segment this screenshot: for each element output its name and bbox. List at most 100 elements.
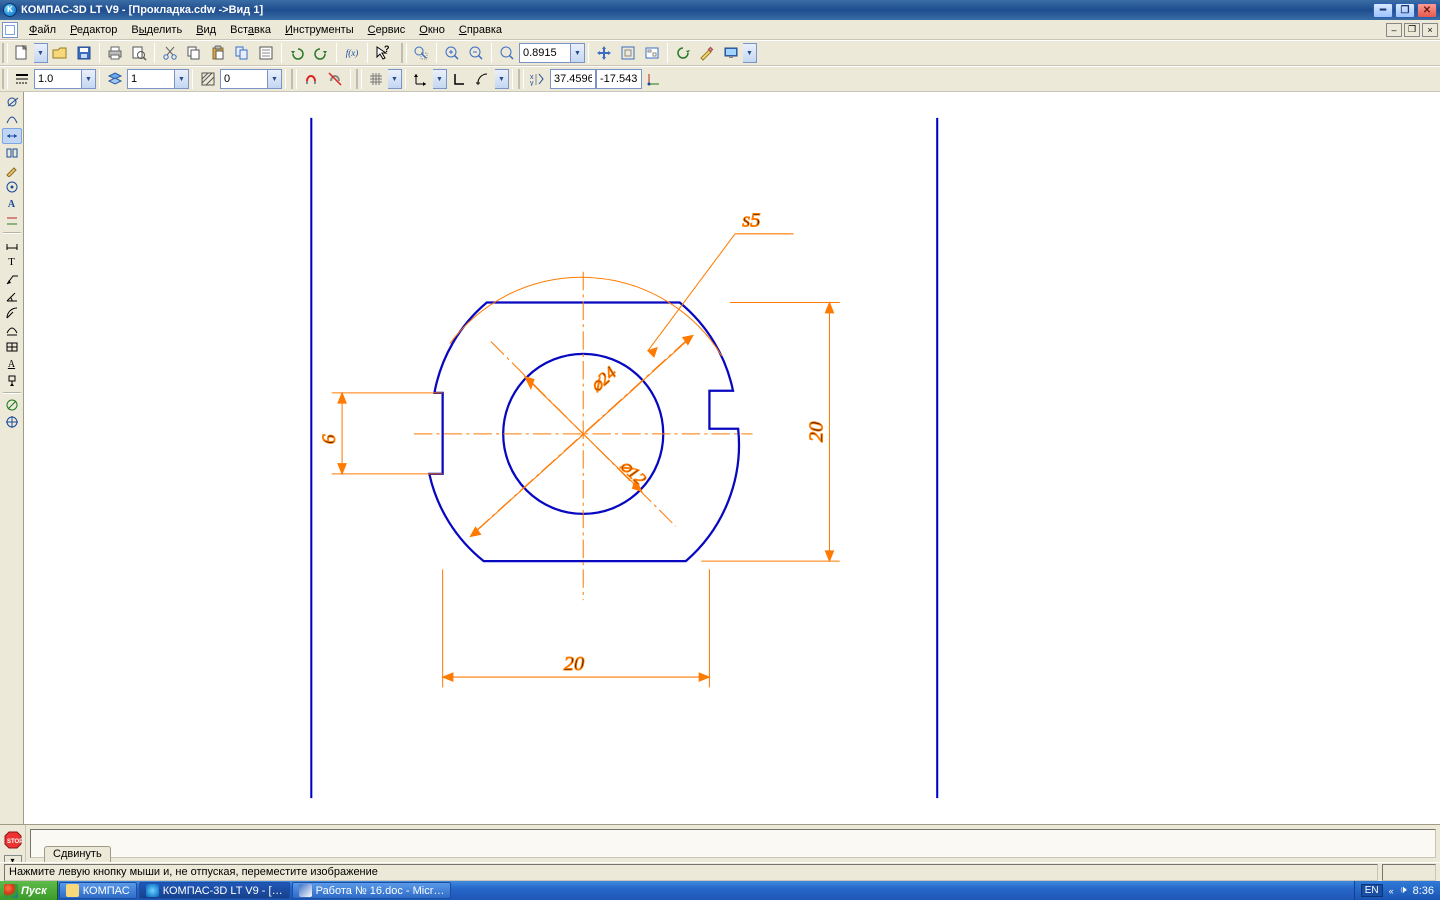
layer-button[interactable] bbox=[104, 68, 126, 90]
x-coord-input[interactable] bbox=[550, 69, 596, 89]
menu-insert[interactable]: Вставка bbox=[223, 22, 278, 38]
angle-dim-icon[interactable] bbox=[2, 288, 22, 304]
toolbar-grip[interactable] bbox=[2, 69, 8, 89]
redo-button[interactable] bbox=[310, 42, 332, 64]
stop-button[interactable]: STOP bbox=[2, 831, 24, 849]
style-input[interactable] bbox=[220, 69, 268, 89]
zoom-in-button[interactable] bbox=[441, 42, 463, 64]
pan-button[interactable] bbox=[593, 42, 615, 64]
grid-dropdown[interactable]: ▼ bbox=[388, 69, 402, 89]
undo-button[interactable] bbox=[286, 42, 308, 64]
save-button[interactable] bbox=[73, 42, 95, 64]
line-style-button[interactable] bbox=[11, 68, 33, 90]
toolbar-grip[interactable] bbox=[2, 43, 8, 63]
taskbar-app-button[interactable]: КОМПАС-3D LT V9 - [… bbox=[139, 882, 290, 899]
start-button[interactable]: Пуск bbox=[0, 881, 58, 900]
line-weight-dropdown[interactable]: ▼ bbox=[82, 69, 96, 89]
section-icon[interactable] bbox=[2, 322, 22, 338]
mdi-restore-button[interactable]: ❐ bbox=[1404, 23, 1420, 37]
layer-input[interactable] bbox=[127, 69, 175, 89]
toolbar-grip[interactable] bbox=[401, 43, 407, 63]
curves-icon[interactable] bbox=[2, 111, 22, 127]
display-dropdown[interactable]: ▼ bbox=[743, 43, 757, 63]
lcs-button[interactable] bbox=[410, 68, 432, 90]
zoom-fit-button[interactable] bbox=[617, 42, 639, 64]
grid-button[interactable] bbox=[365, 68, 387, 90]
lang-indicator[interactable]: EN bbox=[1361, 884, 1383, 897]
coord-mode-button[interactable]: xy bbox=[527, 68, 549, 90]
zoom-actual-button[interactable] bbox=[496, 42, 518, 64]
select-icon[interactable] bbox=[2, 213, 22, 229]
redraw-button[interactable] bbox=[696, 42, 718, 64]
tray-volume-icon[interactable]: 🕩 bbox=[1400, 884, 1407, 897]
properties-button[interactable] bbox=[255, 42, 277, 64]
zoom-out-button[interactable] bbox=[465, 42, 487, 64]
toolbar-grip[interactable] bbox=[356, 69, 362, 89]
lcs-dropdown[interactable]: ▼ bbox=[433, 69, 447, 89]
taskbar-doc-button[interactable]: Работа № 16.doc - Micr… bbox=[292, 882, 452, 899]
menu-tools[interactable]: Инструменты bbox=[278, 22, 361, 38]
print-button[interactable] bbox=[104, 42, 126, 64]
close-button[interactable]: ✕ bbox=[1417, 3, 1437, 18]
drawing-canvas[interactable]: s5 20 20 6 bbox=[24, 92, 1440, 824]
symbols-icon[interactable] bbox=[2, 145, 22, 161]
menu-window[interactable]: Окно bbox=[412, 22, 452, 38]
radius-dim-icon[interactable] bbox=[2, 305, 22, 321]
params-icon[interactable] bbox=[2, 179, 22, 195]
menu-service[interactable]: Сервис bbox=[361, 22, 413, 38]
display-button[interactable] bbox=[720, 42, 742, 64]
snap-on-button[interactable] bbox=[300, 68, 322, 90]
menu-file[interactable]: Файл bbox=[22, 22, 63, 38]
taskbar-folder-button[interactable]: КОМПАС bbox=[59, 882, 137, 899]
toolbar-grip[interactable] bbox=[291, 69, 297, 89]
y-coord-input[interactable] bbox=[596, 69, 642, 89]
measure-icon[interactable]: A bbox=[2, 196, 22, 212]
hatch-style-button[interactable] bbox=[197, 68, 219, 90]
geometry-icon[interactable] bbox=[2, 94, 22, 110]
linear-dim-icon[interactable] bbox=[2, 237, 22, 253]
menu-select[interactable]: Выделить bbox=[124, 22, 189, 38]
ortho-button[interactable] bbox=[448, 68, 470, 90]
tray-clock[interactable]: 8:36 bbox=[1413, 885, 1434, 897]
line-weight-input[interactable] bbox=[34, 69, 82, 89]
menu-edit[interactable]: Редактор bbox=[63, 22, 124, 38]
duplicate-button[interactable] bbox=[231, 42, 253, 64]
layer-dropdown[interactable]: ▼ bbox=[175, 69, 189, 89]
preview-button[interactable] bbox=[128, 42, 150, 64]
datum-icon[interactable] bbox=[2, 373, 22, 389]
snap-off-button[interactable] bbox=[324, 68, 346, 90]
zoom-all-button[interactable] bbox=[641, 42, 663, 64]
mdi-minimize-button[interactable]: – bbox=[1386, 23, 1402, 37]
vars-button[interactable]: f(x) bbox=[341, 42, 363, 64]
zoom-window-button[interactable] bbox=[410, 42, 432, 64]
menu-help[interactable]: Справка bbox=[452, 22, 509, 38]
style-dropdown[interactable]: ▼ bbox=[268, 69, 282, 89]
refresh-button[interactable] bbox=[672, 42, 694, 64]
paste-button[interactable] bbox=[207, 42, 229, 64]
edit-icon[interactable] bbox=[2, 162, 22, 178]
new-dropdown[interactable]: ▼ bbox=[34, 43, 48, 63]
leader-icon[interactable] bbox=[2, 271, 22, 287]
target-icon[interactable] bbox=[2, 414, 22, 430]
zoom-input[interactable] bbox=[519, 43, 571, 63]
table-icon[interactable] bbox=[2, 339, 22, 355]
maximize-button[interactable]: ❐ bbox=[1395, 3, 1415, 18]
help-cursor-button[interactable]: ? bbox=[372, 42, 394, 64]
label-A-icon[interactable]: A bbox=[2, 356, 22, 372]
mdi-close-button[interactable]: × bbox=[1422, 23, 1438, 37]
diametral-icon[interactable] bbox=[2, 397, 22, 413]
command-tab[interactable]: Сдвинуть bbox=[44, 846, 111, 863]
dimensions-icon[interactable] bbox=[2, 128, 22, 144]
copy-button[interactable] bbox=[183, 42, 205, 64]
minimize-button[interactable]: ━ bbox=[1373, 3, 1393, 18]
zoom-dropdown[interactable]: ▼ bbox=[571, 43, 585, 63]
round-button[interactable] bbox=[472, 68, 494, 90]
tray-chevron-icon[interactable]: « bbox=[1389, 886, 1394, 896]
cut-button[interactable] bbox=[159, 42, 181, 64]
new-button[interactable] bbox=[11, 42, 33, 64]
round-dropdown[interactable]: ▼ bbox=[495, 69, 509, 89]
ucs-button[interactable] bbox=[643, 68, 665, 90]
menu-view[interactable]: Вид bbox=[189, 22, 223, 38]
text-icon[interactable]: T bbox=[2, 254, 22, 270]
open-button[interactable] bbox=[49, 42, 71, 64]
